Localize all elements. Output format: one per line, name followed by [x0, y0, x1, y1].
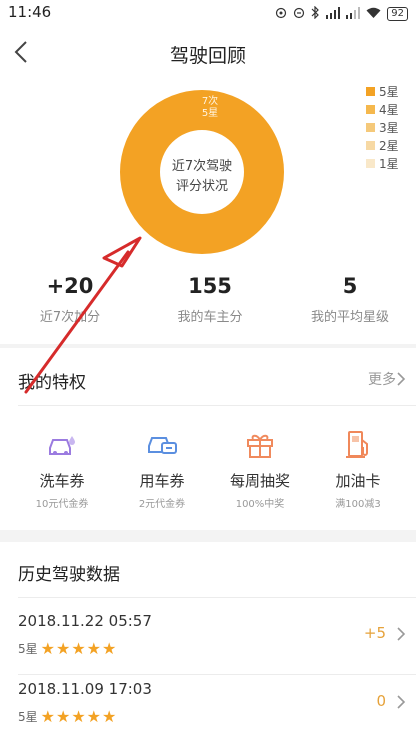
- stat-label: 近7次加分: [39, 310, 101, 325]
- legend-label: 2星: [379, 138, 399, 153]
- legend-swatch: [366, 158, 375, 168]
- stat-value: 155: [188, 274, 232, 298]
- privilege-name: 用车券: [139, 472, 185, 490]
- stat-average-stars: 5 我的平均星级: [281, 274, 416, 325]
- record-rating-label: 5星: [18, 642, 38, 656]
- privilege-weekly-draw[interactable]: 每周抽奖 100%中奖: [208, 426, 312, 510]
- legend-label: 1星: [379, 156, 399, 171]
- status-icons: 92: [275, 5, 408, 22]
- donut-center-line2: 评分状况: [175, 179, 228, 194]
- record-rating-label: 5星: [18, 710, 38, 724]
- record-rating: 5星 ★★★★★: [18, 639, 117, 658]
- record-datetime: 2018.11.22 05:57: [18, 612, 152, 630]
- history-record[interactable]: 2018.11.09 17:03 5星 ★★★★★ 0: [0, 666, 416, 742]
- privilege-desc: 满100减3: [335, 499, 381, 510]
- record-datetime: 2018.11.09 17:03: [18, 680, 152, 698]
- legend-label: 4星: [379, 102, 399, 117]
- privilege-desc: 10元代金券: [35, 499, 89, 510]
- privileges-section: 我的特权 更多 洗车券 10元代金券 用车券 2元代金券 每周抽奖 100%中奖…: [0, 348, 416, 530]
- record-rating: 5星 ★★★★★: [18, 707, 117, 726]
- chart-legend: 5星 4星 3星 2星 1星: [366, 82, 399, 172]
- legend-swatch: [366, 86, 375, 96]
- header: 驾驶回顾: [0, 26, 416, 82]
- legend-swatch: [366, 140, 375, 150]
- legend-swatch: [366, 104, 375, 114]
- legend-label: 3星: [379, 120, 399, 135]
- legend-item: 5星: [366, 82, 399, 100]
- legend-item: 4星: [366, 100, 399, 118]
- legend-swatch: [366, 122, 375, 132]
- donut-center-line1: 近7次驾驶: [171, 159, 233, 174]
- car-ticket-icon: [144, 426, 180, 462]
- hotspot-icon: [293, 7, 305, 22]
- status-bar: 11:46 92: [0, 0, 416, 26]
- privilege-car-ticket[interactable]: 用车券 2元代金券: [110, 426, 214, 510]
- stat-value: +20: [46, 274, 94, 298]
- stat-value: 5: [342, 274, 358, 298]
- fuel-pump-icon: [340, 426, 376, 462]
- chevron-right-icon: [397, 695, 406, 709]
- bluetooth-icon: [311, 5, 320, 22]
- section-title: 我的特权: [18, 373, 86, 393]
- wifi-icon: [366, 7, 381, 22]
- gift-icon: [242, 426, 278, 462]
- stat-label: 我的车主分: [177, 310, 243, 325]
- section-title: 历史驾驶数据: [18, 565, 120, 585]
- privilege-car-wash[interactable]: 洗车券 10元代金券: [10, 426, 114, 510]
- rating-summary-card: 7次 5星 近7次驾驶 评分状况 5星 4星 3星 2星 1星 +20 近7次加…: [0, 82, 416, 344]
- star-rating-icon: ★★★★★: [40, 639, 118, 658]
- signal-icon: [346, 6, 361, 22]
- dnd-icon: [275, 7, 287, 22]
- more-label: 更多: [368, 372, 396, 388]
- privilege-desc: 2元代金券: [138, 499, 186, 510]
- signal-icon: [326, 6, 341, 22]
- privilege-name: 每周抽奖: [229, 472, 290, 490]
- history-record[interactable]: 2018.11.22 05:57 5星 ★★★★★ +5: [0, 598, 416, 674]
- stat-label: 我的平均星级: [310, 310, 389, 325]
- star-rating-icon: ★★★★★: [40, 707, 118, 726]
- status-time: 11:46: [8, 3, 52, 21]
- donut-slice-name: 5星: [201, 108, 219, 119]
- legend-label: 5星: [379, 84, 399, 99]
- legend-item: 3星: [366, 118, 399, 136]
- privilege-name: 加油卡: [335, 472, 381, 490]
- donut-slice-label: 7次 5星: [190, 96, 230, 120]
- privilege-fuel-card[interactable]: 加油卡 满100减3: [306, 426, 410, 510]
- record-score: 0: [376, 692, 386, 710]
- stat-recent-points: +20 近7次加分: [1, 274, 139, 325]
- divider: [18, 405, 416, 406]
- car-wash-icon: [44, 426, 80, 462]
- chevron-right-icon: [397, 372, 406, 386]
- page-title: 驾驶回顾: [169, 45, 246, 67]
- legend-item: 1星: [366, 154, 399, 172]
- battery-icon: 92: [387, 7, 408, 21]
- driving-history-section: 历史驾驶数据 2018.11.22 05:57 5星 ★★★★★ +5 2018…: [0, 542, 416, 742]
- donut-center-label: 近7次驾驶 评分状况: [140, 157, 264, 197]
- donut-slice-count: 7次: [201, 96, 219, 107]
- legend-item: 2星: [366, 136, 399, 154]
- chevron-right-icon: [397, 627, 406, 641]
- more-link[interactable]: 更多: [368, 369, 406, 389]
- record-score: +5: [363, 624, 386, 642]
- privilege-name: 洗车券: [39, 472, 85, 490]
- stat-owner-score: 155 我的车主分: [141, 274, 279, 325]
- privilege-desc: 100%中奖: [235, 499, 285, 510]
